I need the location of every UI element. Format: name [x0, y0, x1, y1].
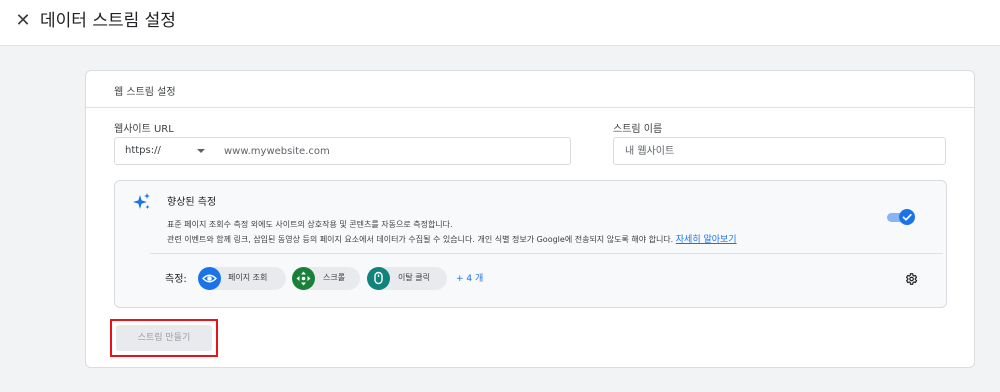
- divider: [86, 107, 974, 108]
- close-icon[interactable]: ✕: [12, 10, 34, 32]
- enhanced-measurement-toggle[interactable]: [887, 209, 915, 225]
- web-stream-settings-card: 웹 스트림 설정 웹사이트 URL https:// 스트림 이름 향상된 측정…: [85, 70, 975, 368]
- description-line-2-text: 관련 이벤트와 함께 링크, 삽입된 동영상 등의 페이지 요소에서 데이터가 …: [167, 235, 674, 244]
- chip-label: 스크롤: [323, 273, 346, 282]
- description-line-2: 관련 이벤트와 함께 링크, 삽입된 동영상 등의 페이지 요소에서 데이터가 …: [167, 232, 877, 248]
- website-url-label: 웹사이트 URL: [114, 124, 174, 135]
- outbound-clicks-chip[interactable]: 이탈 클릭: [367, 267, 447, 290]
- toggle-knob: [899, 209, 915, 225]
- card-title: 웹 스트림 설정: [114, 87, 176, 98]
- learn-more-link[interactable]: 자세히 알아보기: [676, 235, 737, 245]
- enhanced-measurement-panel: 향상된 측정 표준 페이지 조회수 측정 외에도 사이트의 상호작용 및 콘텐츠…: [114, 180, 947, 308]
- chip-label: 페이지 조회: [228, 273, 268, 282]
- sparkle-icon: [133, 193, 150, 209]
- protocol-value: https://: [125, 145, 161, 156]
- more-measurements-link[interactable]: + 4 개: [456, 271, 483, 284]
- scrolls-chip[interactable]: 스크롤: [292, 267, 360, 290]
- gear-icon[interactable]: [904, 272, 918, 286]
- scroll-arrows-icon: [292, 267, 315, 290]
- stream-name-label: 스트림 이름: [613, 124, 663, 135]
- enhanced-measurement-title: 향상된 측정: [167, 197, 217, 208]
- website-url-input[interactable]: [214, 137, 571, 165]
- check-icon: [902, 213, 912, 221]
- create-stream-button[interactable]: 스트림 만들기: [116, 325, 212, 351]
- measurement-label: 측정:: [165, 274, 187, 285]
- page-title: 데이터 스트림 설정: [40, 11, 176, 31]
- divider: [150, 253, 943, 254]
- stream-name-input[interactable]: [613, 137, 946, 165]
- chevron-down-icon: [197, 149, 205, 153]
- top-bar: ✕ 데이터 스트림 설정: [0, 0, 1000, 46]
- protocol-select[interactable]: https://: [114, 137, 215, 165]
- mouse-icon: [367, 267, 390, 290]
- description-line-1: 표준 페이지 조회수 측정 외에도 사이트의 상호작용 및 콘텐츠를 자동으로 …: [167, 220, 453, 229]
- enhanced-measurement-description: 표준 페이지 조회수 측정 외에도 사이트의 상호작용 및 콘텐츠를 자동으로 …: [167, 217, 877, 248]
- chip-label: 이탈 클릭: [398, 273, 430, 282]
- page-views-chip[interactable]: 페이지 조회: [198, 267, 286, 290]
- eye-icon: [198, 267, 221, 290]
